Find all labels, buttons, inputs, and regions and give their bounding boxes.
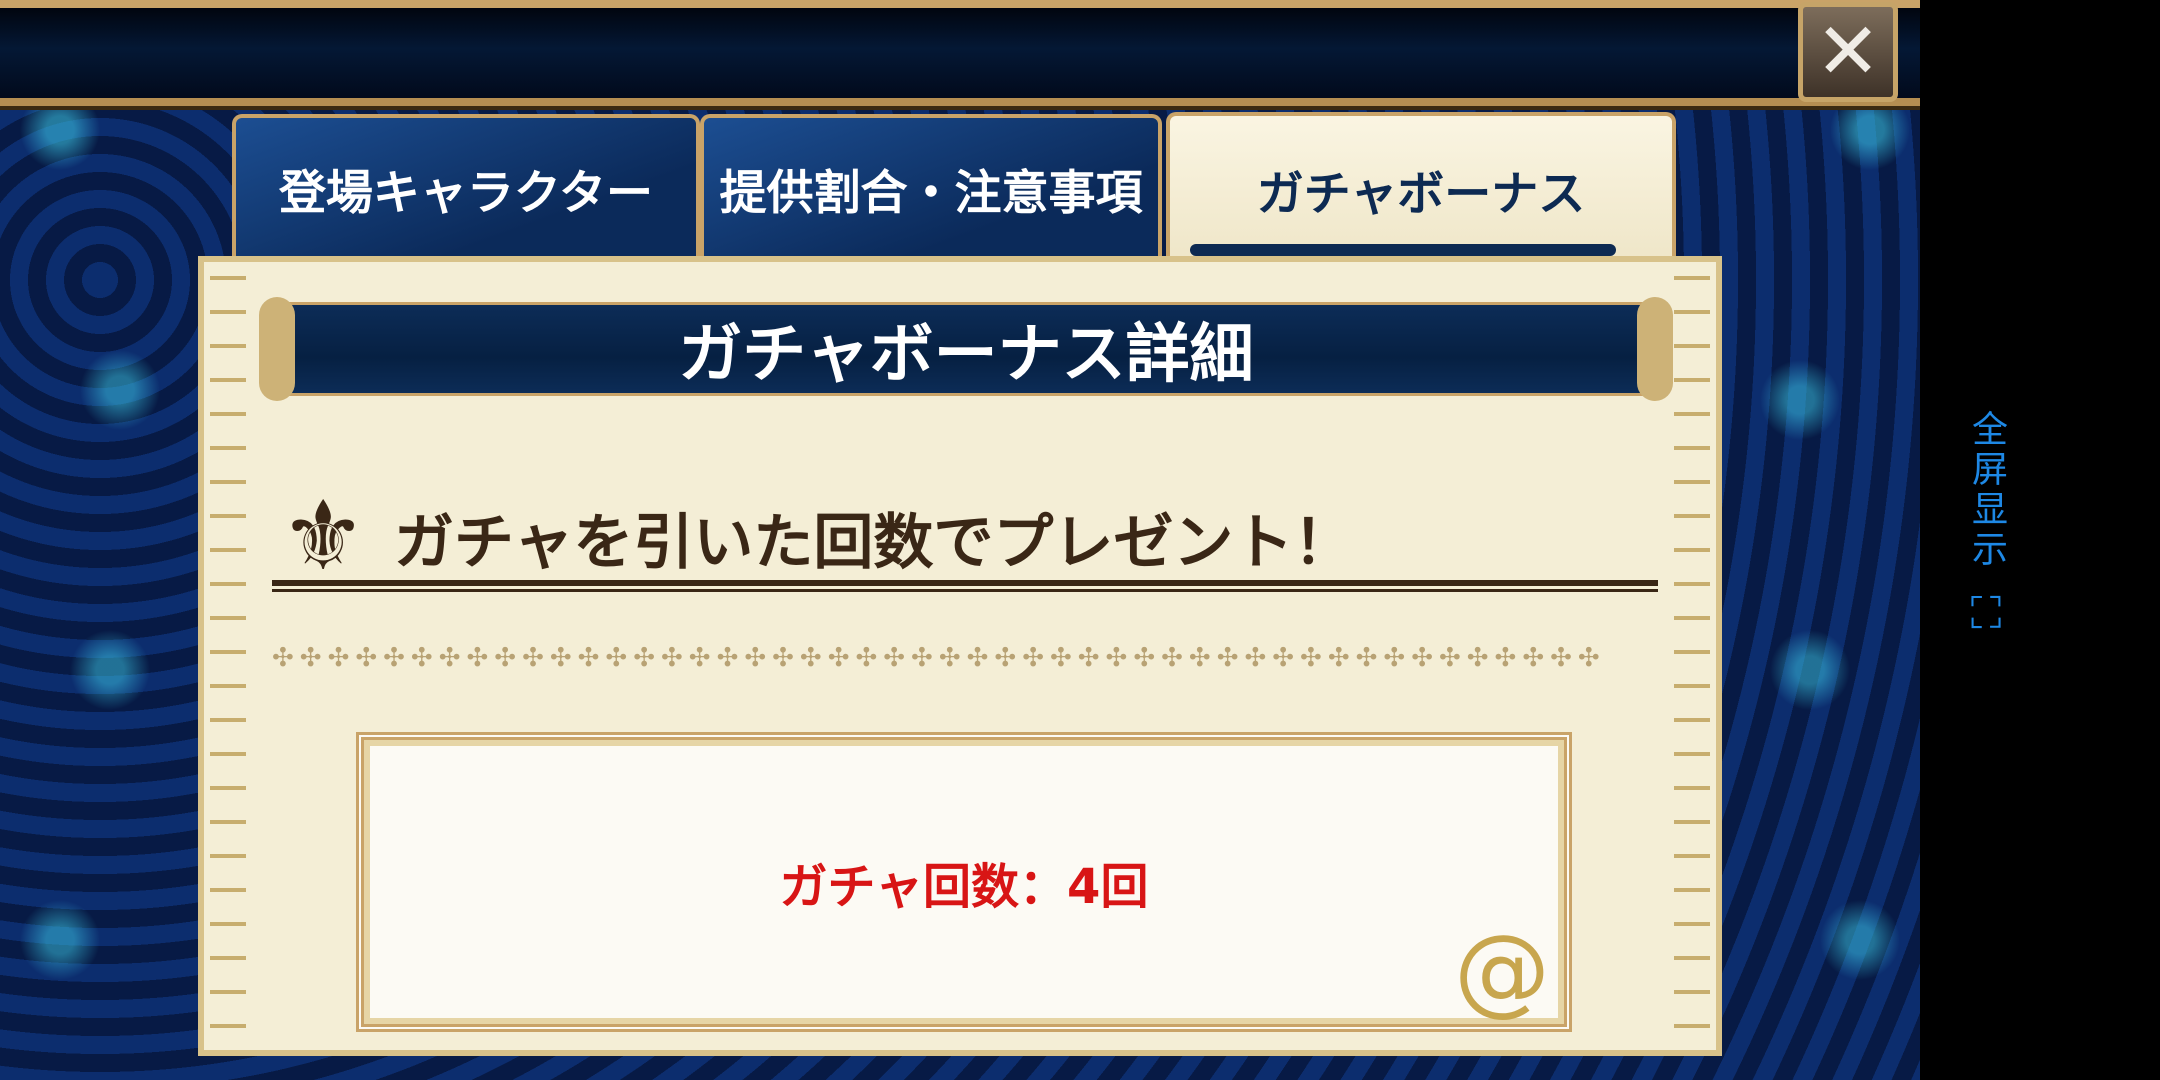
title-bar-cap-ornament [1637,297,1673,401]
gacha-count-text: ガチャ回数：4回 [779,859,1149,915]
bonus-detail-panel: ガチャボーナス詳細 ⚜ ガチャを引いた回数でプレゼント！ ✣✣✣✣✣✣✣✣✣✣✣… [198,256,1722,1056]
close-button[interactable]: ✕ [1798,2,1898,102]
expand-icon: ⛶ [1970,588,2002,639]
section-heading: ガチャを引いた回数でプレゼント！ [394,508,1354,578]
top-header-bar [0,0,1920,106]
panel-title-bar: ガチャボーナス詳細 [259,297,1673,401]
panel-edge-ornament [1674,262,1710,1050]
tab-label: 登場キャラクター [278,165,654,221]
tab-label: 提供割合・注意事項 [719,165,1143,221]
tab-rates-notes[interactable]: 提供割合・注意事項 [700,114,1162,258]
tab-characters[interactable]: 登場キャラクター [232,114,700,258]
game-screen: ✕ 登場キャラクター 提供割合・注意事項 ガチャボーナス ガチャボーナス詳細 ⚜… [0,0,1920,1080]
ornamental-divider: ✣✣✣✣✣✣✣✣✣✣✣✣✣✣✣✣✣✣✣✣✣✣✣✣✣✣✣✣✣✣✣✣✣✣✣✣✣✣✣✣… [272,646,1606,670]
title-bar-cap-ornament [259,297,295,401]
fleur-de-lis-icon: ⚜ [279,480,367,592]
panel-title: ガチャボーナス詳細 [678,318,1254,392]
active-tab-indicator [1190,244,1616,256]
swirl-ornament-icon: @ [1454,914,1550,1026]
fullscreen-toggle[interactable]: 全屏显示 ⛶ [1956,410,2016,670]
tab-label: ガチャボーナス [1256,166,1586,222]
gacha-count-box: ガチャ回数：4回 @ [356,732,1572,1032]
close-icon: ✕ [1815,7,1881,97]
tab-gacha-bonus[interactable]: ガチャボーナス [1166,112,1676,262]
panel-edge-ornament [210,262,246,1050]
fullscreen-label: 全屏显示 [1966,410,2007,570]
heading-underline [272,580,1658,592]
